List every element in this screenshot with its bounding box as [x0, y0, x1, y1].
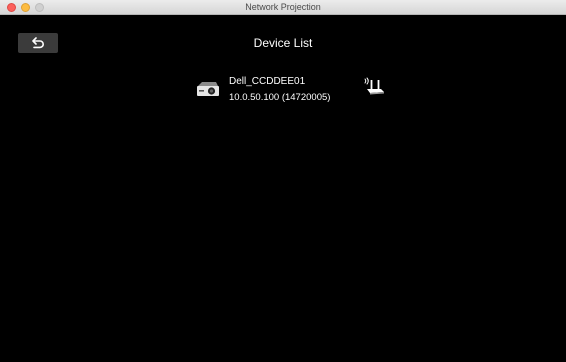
device-list-item[interactable]: Dell_CCDDEE01 10.0.50.100 (14720005) [192, 72, 402, 116]
device-address: 10.0.50.100 (14720005) [229, 92, 331, 103]
projector-icon [197, 82, 219, 96]
main-content: Device List Dell_CCDDEE01 10.0.50.100 (1… [0, 15, 566, 362]
wireless-router-icon [364, 77, 384, 95]
app-window: Network Projection Device List Dell_CCDD… [0, 0, 566, 362]
title-bar: Network Projection [0, 0, 566, 15]
device-name: Dell_CCDDEE01 [229, 76, 306, 87]
page-title: Device List [253, 36, 313, 50]
window-title: Network Projection [245, 2, 321, 12]
